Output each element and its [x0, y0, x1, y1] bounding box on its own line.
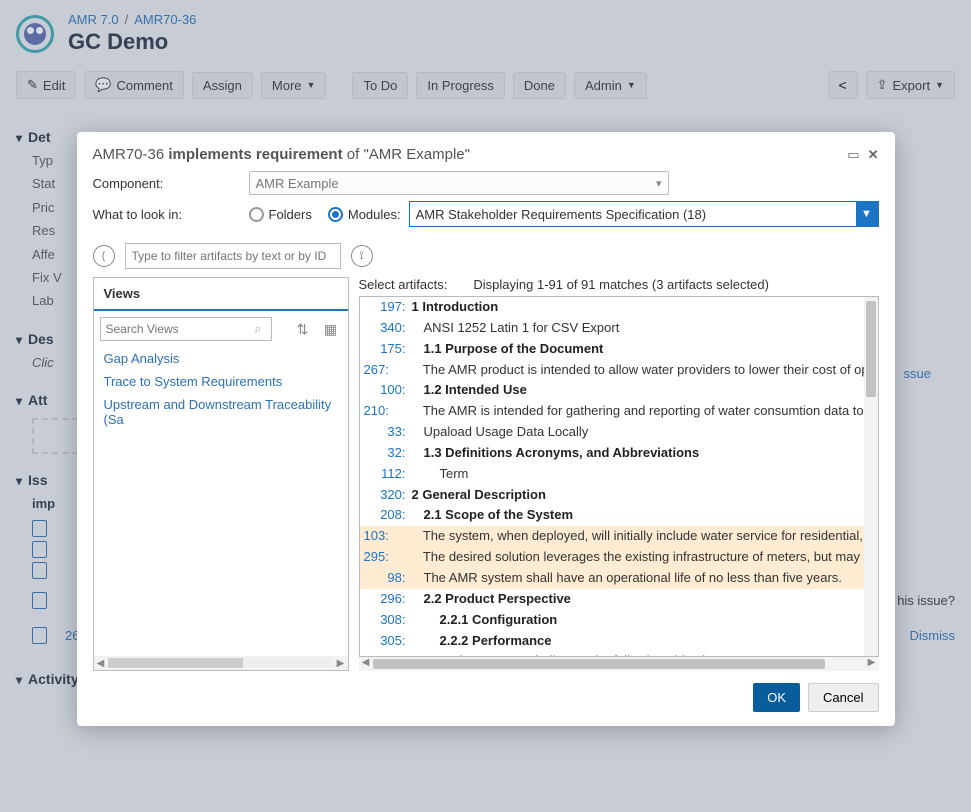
artifact-row[interactable]: 32: 1.3 Definitions Acronyms, and Abbrevi… [360, 443, 864, 464]
artifact-row[interactable]: 295: The desired solution leverages the e… [360, 547, 864, 568]
artifact-id: 100: [364, 381, 406, 400]
artifact-text: ANSI 1252 Latin 1 for CSV Export [412, 319, 620, 338]
component-label: Component: [93, 176, 249, 191]
artifact-id: 295: [364, 548, 389, 567]
filter-input[interactable] [125, 243, 341, 269]
artifact-id: 210: [364, 402, 389, 421]
artifact-row[interactable]: 33: Upaload Usage Data Locally [360, 422, 864, 443]
artifact-id: 296: [364, 590, 406, 609]
close-icon[interactable]: ✕ [868, 147, 879, 163]
views-grid-icon[interactable]: ▦ [320, 318, 342, 340]
artifact-text: Term [412, 465, 469, 484]
artifact-row[interactable]: 208: 2.1 Scope of the System [360, 505, 864, 526]
link-requirement-dialog: AMR70-36 implements requirement of "AMR … [77, 132, 895, 726]
cancel-button[interactable]: Cancel [808, 683, 878, 712]
artifact-v-scrollbar[interactable] [864, 297, 878, 656]
artifact-row[interactable]: 305: 2.2.2 Performance [360, 631, 864, 652]
artifact-id: 33: [364, 423, 406, 442]
views-sort-icon[interactable]: ⇅ [292, 318, 314, 340]
artifact-row[interactable]: 296: 2.2 Product Perspective [360, 589, 864, 610]
modal-overlay: AMR70-36 implements requirement of "AMR … [0, 0, 971, 812]
views-search-input[interactable] [100, 317, 273, 341]
artifact-text: The AMR system shall have an operational… [412, 569, 842, 588]
artifact-text: The systems shall meet the following obj… [412, 652, 729, 656]
select-artifacts-label: Select artifacts: [359, 277, 448, 292]
artifact-text: The AMR is intended for gathering and re… [395, 402, 864, 421]
artifact-text: 2.1 Scope of the System [412, 506, 574, 525]
artifact-row[interactable]: 320: 2 General Description [360, 485, 864, 506]
artifact-row[interactable]: 175: 1.1 Purpose of the Document [360, 339, 864, 360]
modules-radio[interactable]: Modules: [328, 207, 401, 222]
maximize-icon[interactable]: ▭ [847, 147, 859, 163]
view-item[interactable]: Trace to System Requirements [104, 374, 338, 389]
artifact-text: 2 General Description [412, 486, 546, 505]
component-select[interactable]: AMR Example▾ [249, 171, 669, 195]
artifact-id: 208: [364, 506, 406, 525]
ok-button[interactable]: OK [753, 683, 800, 712]
artifact-text: 2.2 Product Perspective [412, 590, 571, 609]
folders-radio[interactable]: Folders [249, 207, 312, 222]
module-select[interactable]: AMR Stakeholder Requirements Specificati… [409, 201, 879, 227]
artifact-id: 103: [364, 527, 389, 546]
artifact-id: 340: [364, 319, 406, 338]
artifact-text: 1.2 Intended Use [412, 381, 527, 400]
artifact-row[interactable]: 267: The AMR product is intended to allow… [360, 360, 864, 381]
display-count-label: Displaying 1-91 of 91 matches (3 artifac… [473, 277, 769, 292]
artifact-row[interactable]: 308: 2.2.1 Configuration [360, 610, 864, 631]
artifact-id: 308: [364, 611, 406, 630]
artifact-id: 32: [364, 444, 406, 463]
artifact-row[interactable]: 197: 1 Introduction [360, 297, 864, 318]
search-icon: ⌕ [254, 321, 261, 337]
views-h-scrollbar[interactable]: ◀▶ [94, 656, 348, 670]
views-tab[interactable]: Views [94, 278, 348, 311]
artifact-id: 320: [364, 486, 406, 505]
artifact-text: The AMR product is intended to allow wat… [395, 361, 864, 380]
view-item[interactable]: Gap Analysis [104, 351, 338, 366]
artifact-id: 112: [364, 465, 406, 484]
artifact-id: 175: [364, 340, 406, 359]
artifact-text: 1.3 Definitions Acronyms, and Abbreviati… [412, 444, 700, 463]
artifact-id: 197: [364, 298, 406, 317]
artifact-id: 305: [364, 632, 406, 651]
lookin-label: What to look in: [93, 207, 249, 222]
dialog-title: AMR70-36 implements requirement of "AMR … [93, 146, 470, 163]
artifact-id: 98: [364, 569, 406, 588]
artifact-id: 267: [364, 361, 389, 380]
artifact-row[interactable]: 100: 1.2 Intended Use [360, 380, 864, 401]
back-icon[interactable]: ⟨ [93, 245, 115, 267]
artifact-text: The desired solution leverages the exist… [395, 548, 864, 567]
chevron-down-icon: ▾ [656, 177, 662, 190]
artifact-h-scrollbar[interactable]: ◀▶ [359, 657, 879, 671]
artifact-row[interactable]: 240: The systems shall meet the following… [360, 651, 864, 656]
view-item[interactable]: Upstream and Downstream Traceability (Sa [104, 397, 338, 427]
artifact-text: Upaload Usage Data Locally [412, 423, 589, 442]
artifact-text: 1.1 Purpose of the Document [412, 340, 604, 359]
artifact-text: The system, when deployed, will initiall… [395, 527, 864, 546]
filter-icon[interactable]: ⟟ [351, 245, 373, 267]
artifact-text: 1 Introduction [412, 298, 499, 317]
artifact-text: 2.2.1 Configuration [412, 611, 558, 630]
artifact-id: 240: [364, 652, 406, 656]
artifact-row[interactable]: 98: The AMR system shall have an operatio… [360, 568, 864, 589]
artifact-row[interactable]: 112: Term [360, 464, 864, 485]
chevron-down-icon: ▼ [856, 202, 878, 226]
artifact-row[interactable]: 340: ANSI 1252 Latin 1 for CSV Export [360, 318, 864, 339]
artifact-row[interactable]: 103: The system, when deployed, will init… [360, 526, 864, 547]
artifact-row[interactable]: 210: The AMR is intended for gathering an… [360, 401, 864, 422]
artifact-text: 2.2.2 Performance [412, 632, 552, 651]
views-panel: Views ⌕ ⇅ ▦ Gap Analysis Trace to System … [93, 277, 349, 671]
